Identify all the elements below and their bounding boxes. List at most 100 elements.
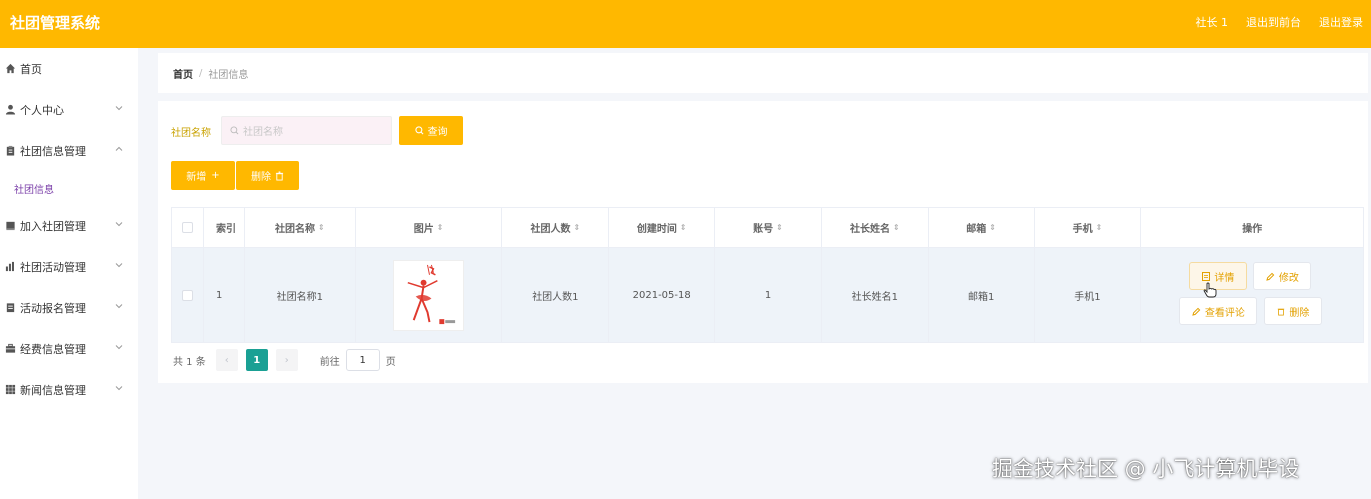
- chevron-up-icon: [115, 146, 123, 151]
- col-index: 索引: [204, 208, 245, 247]
- next-page-button[interactable]: ›: [275, 349, 298, 371]
- detail-button-label: 详情: [1214, 272, 1235, 284]
- cell-phone: 手机1: [1035, 248, 1142, 342]
- col-account[interactable]: 账号 ⇕: [715, 208, 822, 247]
- sidebar-item-home[interactable]: 首页: [0, 48, 138, 89]
- col-phone[interactable]: 手机 ⇕: [1035, 208, 1142, 247]
- breadcrumb-home[interactable]: 首页: [173, 66, 193, 81]
- cell-index: 1: [204, 248, 245, 342]
- edit-icon: [1266, 272, 1275, 281]
- sort-icon[interactable]: ⇕: [893, 223, 900, 232]
- chevron-down-icon: [115, 345, 123, 350]
- sidebar-subitem-club-info[interactable]: 社团信息: [0, 171, 138, 205]
- row-delete-button[interactable]: 删除: [1264, 297, 1323, 325]
- goto-page-input[interactable]: 1: [345, 349, 380, 371]
- table-row: 1 社团名称1 社团人数1 2021-05-18 1 社长姓名1 邮箱1 手机1…: [172, 248, 1363, 342]
- query-button[interactable]: 查询: [399, 116, 463, 145]
- sort-icon[interactable]: ⇕: [318, 223, 325, 232]
- search-label: 社团名称: [171, 128, 211, 139]
- sidebar-item-label: 社团活动管理: [20, 260, 86, 274]
- sidebar-item-join-club-mgmt[interactable]: 加入社团管理: [0, 205, 138, 246]
- add-button[interactable]: 新增 +: [171, 161, 235, 190]
- search-placeholder: 社团名称: [243, 127, 283, 138]
- sort-icon[interactable]: ⇕: [776, 223, 783, 232]
- grid-icon: [4, 384, 16, 396]
- sidebar-item-label: 加入社团管理: [20, 219, 86, 233]
- delete-button-label: 删除: [251, 172, 271, 183]
- sort-icon[interactable]: ⇕: [989, 223, 996, 232]
- page-unit-label: 页: [385, 356, 396, 368]
- cell-operations: 详情 修改 查看评论 删除: [1141, 248, 1363, 342]
- breadcrumb-current: 社团信息: [208, 69, 249, 81]
- col-operations-label: 操作: [1242, 224, 1263, 235]
- sidebar-item-label: 活动报名管理: [20, 301, 86, 315]
- top-header: 社团管理系统 社长 1 退出到前台 退出登录: [0, 0, 1371, 48]
- chevron-down-icon: [115, 222, 123, 227]
- col-email[interactable]: 邮箱 ⇕: [929, 208, 1035, 247]
- col-index-label: 索引: [215, 224, 236, 235]
- edit-button-label: 修改: [1278, 272, 1299, 284]
- club-thumbnail: [393, 259, 465, 331]
- logout-link[interactable]: 退出登录: [1319, 14, 1363, 30]
- col-leader-name[interactable]: 社长姓名 ⇕: [822, 208, 929, 247]
- document-icon: [1202, 271, 1211, 281]
- col-club-name[interactable]: 社团名称 ⇕: [245, 208, 356, 247]
- col-image[interactable]: 图片 ⇕: [356, 208, 503, 247]
- edit-button[interactable]: 修改: [1253, 262, 1312, 290]
- search-input[interactable]: 社团名称: [221, 116, 392, 145]
- sidebar-item-label: 首页: [20, 62, 42, 76]
- plus-icon: +: [211, 170, 220, 181]
- sort-icon[interactable]: ⇕: [680, 223, 687, 232]
- cell-image: [356, 248, 503, 342]
- col-member-count[interactable]: 社团人数 ⇕: [502, 208, 610, 247]
- sidebar-item-club-info-mgmt[interactable]: 社团信息管理: [0, 130, 138, 171]
- sidebar: 首页 个人中心 社团信息管理 社团信息 加入社团管理 社团活动管理 活动报名管理: [0, 48, 138, 499]
- sidebar-item-club-activity-mgmt[interactable]: 社团活动管理: [0, 246, 138, 287]
- sidebar-item-personal-center[interactable]: 个人中心: [0, 89, 138, 130]
- add-button-label: 新增: [186, 172, 207, 183]
- query-button-label: 查询: [427, 127, 448, 138]
- trash-icon: [275, 171, 284, 180]
- club-table: 索引 社团名称 ⇕ 图片 ⇕ 社团人数 ⇕ 创建时间 ⇕ 账号 ⇕ 社长姓名 ⇕ 邮箱 ⇕ 手…: [171, 207, 1364, 343]
- cell-account: 1: [715, 248, 822, 342]
- pagination: 共 1 条 ‹ 1 › 前往 1 页: [173, 349, 396, 371]
- clipboard-icon: [4, 145, 16, 157]
- prev-page-button[interactable]: ‹: [215, 349, 238, 371]
- sidebar-item-funding-mgmt[interactable]: 经费信息管理: [0, 328, 138, 369]
- sidebar-item-news-mgmt[interactable]: 新闻信息管理: [0, 369, 138, 410]
- sort-icon[interactable]: ⇕: [574, 223, 581, 232]
- col-image-label: 图片: [413, 224, 434, 235]
- exit-to-front-link[interactable]: 退出到前台: [1246, 14, 1301, 30]
- view-comments-button-label: 查看评论: [1204, 307, 1245, 319]
- detail-button[interactable]: 详情: [1189, 262, 1248, 290]
- row-delete-button-label: 删除: [1289, 307, 1310, 319]
- sort-icon[interactable]: ⇕: [437, 223, 444, 232]
- chevron-down-icon: [115, 304, 123, 309]
- col-email-label: 邮箱: [966, 224, 987, 235]
- table-header: 索引 社团名称 ⇕ 图片 ⇕ 社团人数 ⇕ 创建时间 ⇕ 账号 ⇕ 社长姓名 ⇕ 邮箱 ⇕ 手…: [172, 208, 1363, 248]
- cell-club-name: 社团名称1: [245, 248, 356, 342]
- sort-icon[interactable]: ⇕: [1096, 223, 1103, 232]
- briefcase-icon: [4, 343, 16, 355]
- select-all-checkbox[interactable]: [181, 222, 193, 233]
- col-operations: 操作: [1141, 208, 1363, 247]
- trash-icon: [1278, 308, 1285, 315]
- search-icon: [230, 126, 239, 135]
- sidebar-item-activity-signup-mgmt[interactable]: 活动报名管理: [0, 287, 138, 328]
- breadcrumb-separator: /: [199, 67, 203, 79]
- sidebar-item-label: 个人中心: [20, 103, 64, 117]
- cell-leader-name: 社长姓名1: [822, 248, 929, 342]
- col-created-time[interactable]: 创建时间 ⇕: [609, 208, 716, 247]
- chevron-down-icon: [115, 263, 123, 268]
- home-icon: [4, 63, 16, 75]
- delete-button[interactable]: 删除: [236, 161, 299, 190]
- page-number-button[interactable]: 1: [245, 349, 268, 371]
- hand-cursor-icon: [1204, 282, 1217, 298]
- form-icon: [4, 302, 16, 314]
- view-comments-button[interactable]: 查看评论: [1179, 297, 1258, 325]
- row-checkbox[interactable]: [181, 289, 193, 301]
- sidebar-item-label: 新闻信息管理: [20, 383, 86, 397]
- user-icon: [4, 104, 16, 116]
- col-leader-name-label: 社长姓名: [849, 224, 890, 235]
- col-created-time-label: 创建时间: [636, 224, 677, 235]
